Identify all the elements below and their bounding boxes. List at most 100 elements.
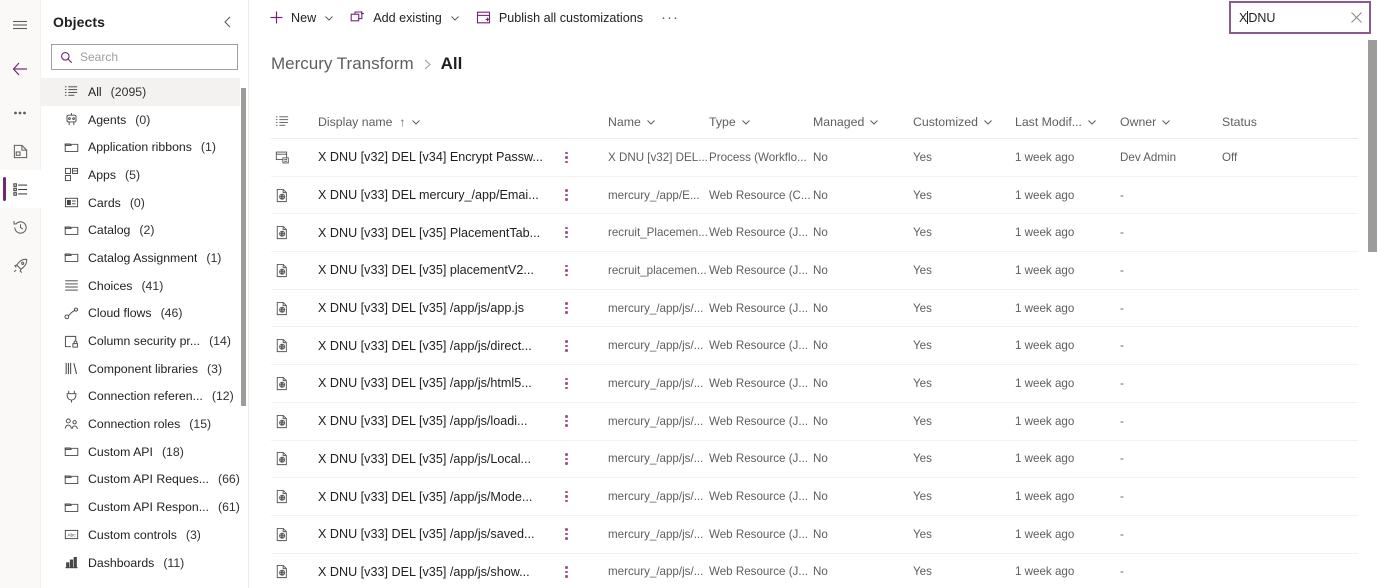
chevron-down-icon[interactable] — [411, 117, 421, 127]
sidebar-item-connection-referen[interactable]: Connection referen... (12) — [41, 383, 240, 411]
sidebar-item-custom-api-reques[interactable]: Custom API Reques... (66) — [41, 466, 240, 494]
column-header-display-name[interactable]: Display name ↑ — [318, 115, 558, 129]
sidebar-item-catalog-assignment[interactable]: Catalog Assignment (1) — [41, 244, 240, 272]
table-row[interactable]: X DNU [v33] DEL [v35] /app/js/saved... me… — [271, 516, 1358, 554]
solution-icon[interactable] — [0, 132, 41, 170]
sidebar-item-custom-api[interactable]: Custom API (18) — [41, 438, 240, 466]
table-row[interactable]: X DNU [v33] DEL [v35] /app/js/loadi... me… — [271, 403, 1358, 441]
row-more-actions-icon[interactable] — [565, 189, 568, 201]
breadcrumb-parent-link[interactable]: Mercury Transform — [271, 54, 414, 74]
publish-all-customizations-button[interactable]: Publish all customizations — [468, 2, 651, 34]
sidebar-item-column-security-pr[interactable]: Column security pr... (14) — [41, 327, 240, 355]
collapse-panel-button[interactable] — [216, 10, 240, 34]
choices-icon — [63, 278, 79, 294]
column-header-select-icon[interactable] — [271, 114, 318, 129]
table-row[interactable]: X DNU [v33] DEL [v35] /app/js/Mode... mer… — [271, 478, 1358, 516]
row-more-actions-icon[interactable] — [565, 566, 568, 578]
sidebar-item-cards[interactable]: Cards (0) — [41, 189, 240, 217]
row-more-actions-icon[interactable] — [565, 528, 568, 540]
new-button[interactable]: New — [261, 2, 342, 34]
sidebar-item-apps[interactable]: Apps (5) — [41, 161, 240, 189]
objects-icon[interactable] — [0, 170, 41, 208]
column-header-type[interactable]: Type — [709, 115, 813, 129]
row-more-actions-icon[interactable] — [565, 264, 568, 277]
chevron-down-icon[interactable] — [869, 117, 879, 127]
search-input[interactable]: Search — [51, 44, 238, 70]
toolbar-search-value[interactable]: XDNU — [1239, 10, 1350, 25]
cell-display-name[interactable]: X DNU [v33] DEL [v35] /app/js/html5... — [318, 376, 558, 390]
cell-display-name[interactable]: X DNU [v33] DEL [v35] /app/js/loadi... — [318, 414, 558, 428]
cell-display-name[interactable]: X DNU [v33] DEL [v35] /app/js/direct... — [318, 339, 558, 353]
sidebar-item-dashboards[interactable]: Dashboards (11) — [41, 549, 240, 577]
column-header-status[interactable]: Status — [1222, 115, 1358, 129]
history-icon[interactable] — [0, 208, 41, 246]
row-more-actions-icon[interactable] — [565, 415, 568, 427]
row-more-actions-icon[interactable] — [565, 490, 568, 503]
cell-display-name[interactable]: X DNU [v32] DEL [v34] Encrypt Passw... — [318, 150, 558, 164]
close-icon[interactable] — [1350, 11, 1363, 24]
chevron-down-icon[interactable] — [1087, 117, 1097, 127]
sidebar-scrollbar-thumb[interactable] — [241, 88, 246, 406]
sidebar-item-application-ribbons[interactable]: Application ribbons (1) — [41, 133, 240, 161]
table-row[interactable]: X DNU [v33] DEL [v35] placementV2... recr… — [271, 252, 1358, 290]
sidebar-item-custom-api-respon[interactable]: Custom API Respon... (61) — [41, 493, 240, 521]
sidebar-item-custom-controls[interactable]: Abc Custom controls (3) — [41, 521, 240, 549]
chevron-down-icon[interactable] — [983, 117, 993, 127]
table-row[interactable]: X DNU [v33] DEL [v35] /app/js/html5... me… — [271, 365, 1358, 403]
cell-display-name[interactable]: X DNU [v33] DEL [v35] /app/js/app.js — [318, 301, 558, 315]
table-row[interactable]: X DNU [v33] DEL [v35] /app/js/direct... m… — [271, 327, 1358, 366]
cell-customized: Yes — [913, 301, 932, 315]
command-overflow-button[interactable]: ··· — [651, 9, 689, 26]
chevron-down-icon[interactable] — [450, 13, 460, 23]
toolbar-search-box[interactable]: XDNU — [1229, 1, 1371, 34]
row-more-actions-icon[interactable] — [565, 340, 568, 352]
chevron-down-icon[interactable] — [324, 13, 334, 23]
hamburger-menu-icon[interactable] — [0, 6, 41, 44]
sidebar-item-connection-roles[interactable]: Connection roles (15) — [41, 410, 240, 438]
sidebar-item-all[interactable]: All (2095) — [41, 78, 240, 106]
sidebar-item-count: (3) — [207, 361, 223, 376]
main-scrollbar-thumb[interactable] — [1368, 40, 1377, 252]
column-header-customized[interactable]: Customized — [913, 115, 1015, 129]
column-header-label: Type — [709, 114, 736, 129]
chevron-down-icon[interactable] — [646, 117, 656, 127]
sidebar-item-agents[interactable]: Agents (0) — [41, 106, 240, 134]
cell-display-name[interactable]: X DNU [v33] DEL [v35] PlacementTab... — [318, 226, 558, 240]
cell-display-name[interactable]: X DNU [v33] DEL [v35] placementV2... — [318, 263, 558, 277]
cell-display-name[interactable]: X DNU [v33] DEL [v35] /app/js/saved... — [318, 527, 558, 541]
sidebar-item-choices[interactable]: Choices (41) — [41, 272, 240, 300]
table-row[interactable]: X DNU [v32] DEL [v34] Encrypt Passw... X … — [271, 139, 1358, 177]
objects-list[interactable]: All (2095) Agents (0) Application ribbons (1)… — [41, 78, 248, 588]
cell-managed: No — [813, 188, 828, 202]
table-row[interactable]: X DNU [v33] DEL [v35] PlacementTab... rec… — [271, 214, 1358, 253]
add-existing-button[interactable]: Add existing — [342, 2, 468, 34]
cell-display-name[interactable]: X DNU [v33] DEL mercury_/app/Emai... — [318, 188, 558, 202]
row-more-actions-icon[interactable] — [565, 377, 568, 390]
rocket-icon[interactable] — [0, 246, 41, 284]
cell-type: Web Resource (J... — [709, 452, 809, 466]
chevron-down-icon[interactable] — [1161, 117, 1171, 127]
sidebar-item-component-libraries[interactable]: Component libraries (3) — [41, 355, 240, 383]
table-row[interactable]: X DNU [v33] DEL mercury_/app/Emai... merc… — [271, 177, 1358, 215]
table-row[interactable]: X DNU [v33] DEL [v35] /app/js/Local... me… — [271, 441, 1358, 479]
more-options-icon[interactable] — [0, 94, 41, 132]
column-header-managed[interactable]: Managed — [813, 115, 913, 129]
cell-display-name[interactable]: X DNU [v33] DEL [v35] /app/js/Mode... — [318, 490, 558, 504]
chevron-down-icon[interactable] — [741, 117, 751, 127]
cell-customized: Yes — [913, 263, 932, 277]
row-more-actions-icon[interactable] — [565, 151, 568, 164]
row-more-actions-icon[interactable] — [565, 302, 568, 314]
row-more-actions-icon[interactable] — [565, 453, 568, 465]
cell-display-name[interactable]: X DNU [v33] DEL [v35] /app/js/show... — [318, 565, 558, 579]
cell-display-name[interactable]: X DNU [v33] DEL [v35] /app/js/Local... — [318, 452, 558, 466]
column-header-owner[interactable]: Owner — [1120, 115, 1222, 129]
table-row[interactable]: X DNU [v33] DEL [v35] /app/js/show... mer… — [271, 554, 1358, 588]
table-row[interactable]: X DNU [v33] DEL [v35] /app/js/app.js merc… — [271, 290, 1358, 328]
column-header-last-modified[interactable]: Last Modif... — [1015, 115, 1120, 129]
row-more-actions-icon[interactable] — [565, 226, 568, 239]
sidebar-item-catalog[interactable]: Catalog (2) — [41, 216, 240, 244]
sidebar-item-cloud-flows[interactable]: Cloud flows (46) — [41, 300, 240, 328]
back-arrow-icon[interactable] — [0, 50, 41, 88]
column-header-name[interactable]: Name — [608, 115, 709, 129]
column-header-label: Last Modif... — [1015, 114, 1082, 129]
